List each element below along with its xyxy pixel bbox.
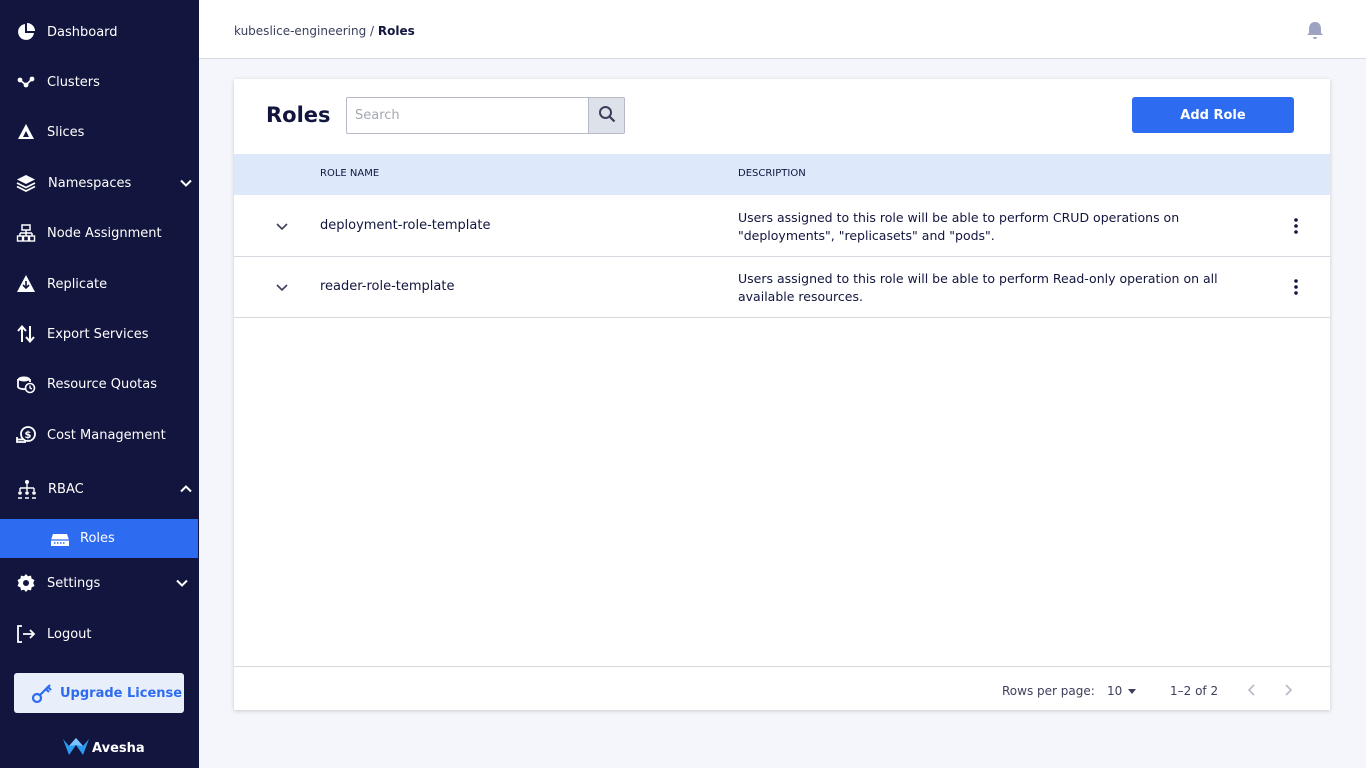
sidebar-item-resource-quotas[interactable]: Resource Quotas: [0, 364, 199, 404]
sidebar: Dashboard Clusters Slices Namespaces Nod…: [0, 0, 199, 768]
chevron-up-icon: [179, 482, 193, 496]
replicate-icon: [16, 274, 36, 294]
upgrade-license-label: Upgrade License: [60, 685, 183, 701]
sidebar-item-label: Export Services: [47, 326, 149, 342]
column-header-role-name: ROLE NAME: [320, 168, 380, 179]
sidebar-item-namespaces[interactable]: Namespaces: [0, 163, 199, 203]
avesha-logo-icon: [62, 736, 90, 760]
sidebar-item-dashboard[interactable]: Dashboard: [0, 12, 199, 52]
chevron-down-icon: [175, 576, 189, 590]
sidebar-item-label: Dashboard: [47, 24, 118, 40]
sidebar-item-label: Resource Quotas: [47, 376, 158, 392]
svg-text:$: $: [25, 430, 32, 441]
table-header: ROLE NAME DESCRIPTION: [234, 154, 1330, 195]
page-title: Roles: [266, 103, 331, 127]
sidebar-item-label: Replicate: [47, 276, 108, 292]
sidebar-item-logout[interactable]: Logout: [0, 614, 199, 654]
brand-logo: Avesha: [62, 736, 145, 760]
breadcrumb-current: Roles: [377, 24, 415, 38]
sidebar-item-label: Settings: [47, 575, 101, 591]
rows-per-page-select[interactable]: 10: [1107, 684, 1137, 698]
key-icon: [31, 682, 53, 704]
sidebar-item-label: Roles: [80, 531, 115, 546]
network-icon: [16, 72, 36, 92]
breadcrumb-separator: /: [370, 24, 375, 38]
sidebar-item-clusters[interactable]: Clusters: [0, 62, 199, 102]
brand-name: Avesha: [92, 740, 145, 756]
table-row[interactable]: reader-role-template Users assigned to t…: [234, 257, 1330, 318]
sidebar-item-label: RBAC: [48, 481, 84, 497]
sidebar-item-label: Clusters: [47, 74, 100, 90]
more-options-icon[interactable]: [1288, 277, 1304, 297]
sidebar-item-roles[interactable]: Roles: [0, 519, 198, 558]
roles-card: Roles Add Role ROLE NAME DESCRIPTION dep…: [234, 79, 1330, 710]
logout-icon: [16, 624, 36, 644]
chevron-left-icon[interactable]: [1244, 682, 1260, 698]
coins-icon: $: [16, 425, 36, 445]
rows-per-page-label: Rows per page:: [1002, 684, 1095, 698]
top-header: kubeslice-engineering / Roles: [199, 0, 1366, 59]
rows-per-page-value: 10: [1107, 684, 1123, 698]
sidebar-item-label: Node Assignment: [47, 225, 162, 241]
caret-down-icon: [1128, 688, 1137, 694]
search-box: [346, 97, 625, 134]
sidebar-item-label: Slices: [47, 124, 85, 140]
sidebar-item-label: Logout: [47, 626, 92, 642]
expand-chevron-icon[interactable]: [274, 218, 290, 234]
sidebar-item-settings[interactable]: Settings: [0, 563, 199, 603]
breadcrumb: kubeslice-engineering / Roles: [234, 24, 415, 38]
add-role-button[interactable]: Add Role: [1132, 97, 1294, 133]
chevron-down-icon: [179, 176, 193, 190]
sidebar-item-cost-management[interactable]: $ Cost Management: [0, 415, 199, 455]
sidebar-item-replicate[interactable]: Replicate: [0, 264, 199, 304]
role-name: reader-role-template: [320, 279, 455, 294]
role-description: Users assigned to this role will be able…: [738, 271, 1218, 304]
quota-icon: [16, 374, 36, 394]
sidebar-item-export-services[interactable]: Export Services: [0, 314, 199, 354]
rbac-hierarchy-icon: [17, 479, 37, 499]
role-name: deployment-role-template: [320, 218, 491, 233]
breadcrumb-parent[interactable]: kubeslice-engineering: [234, 24, 366, 38]
notification-bell-icon[interactable]: [1305, 20, 1325, 40]
table-pagination: Rows per page: 10 1–2 of 2: [234, 666, 1330, 710]
more-options-icon[interactable]: [1288, 216, 1304, 236]
slices-icon: [16, 122, 36, 142]
chevron-right-icon[interactable]: [1280, 682, 1296, 698]
node-tree-icon: [16, 223, 36, 243]
expand-chevron-icon[interactable]: [274, 279, 290, 295]
sidebar-item-label: Cost Management: [47, 427, 166, 443]
layers-icon: [16, 173, 36, 193]
arrows-up-down-icon: [16, 324, 36, 344]
upgrade-license-button[interactable]: Upgrade License: [14, 673, 184, 713]
sidebar-item-label: Namespaces: [48, 175, 132, 191]
search-button[interactable]: [588, 98, 624, 133]
pagination-range: 1–2 of 2: [1170, 684, 1219, 698]
table-row[interactable]: deployment-role-template Users assigned …: [234, 196, 1330, 257]
sidebar-item-slices[interactable]: Slices: [0, 112, 199, 152]
pie-chart-icon: [16, 22, 36, 42]
search-input[interactable]: [347, 98, 587, 133]
gear-icon: [16, 573, 36, 593]
search-icon: [598, 105, 616, 127]
sidebar-item-node-assignment[interactable]: Node Assignment: [0, 213, 199, 253]
roles-icon: [50, 532, 70, 546]
sidebar-item-rbac[interactable]: RBAC: [0, 469, 199, 509]
role-description: Users assigned to this role will be able…: [738, 210, 1180, 243]
column-header-description: DESCRIPTION: [738, 168, 806, 179]
